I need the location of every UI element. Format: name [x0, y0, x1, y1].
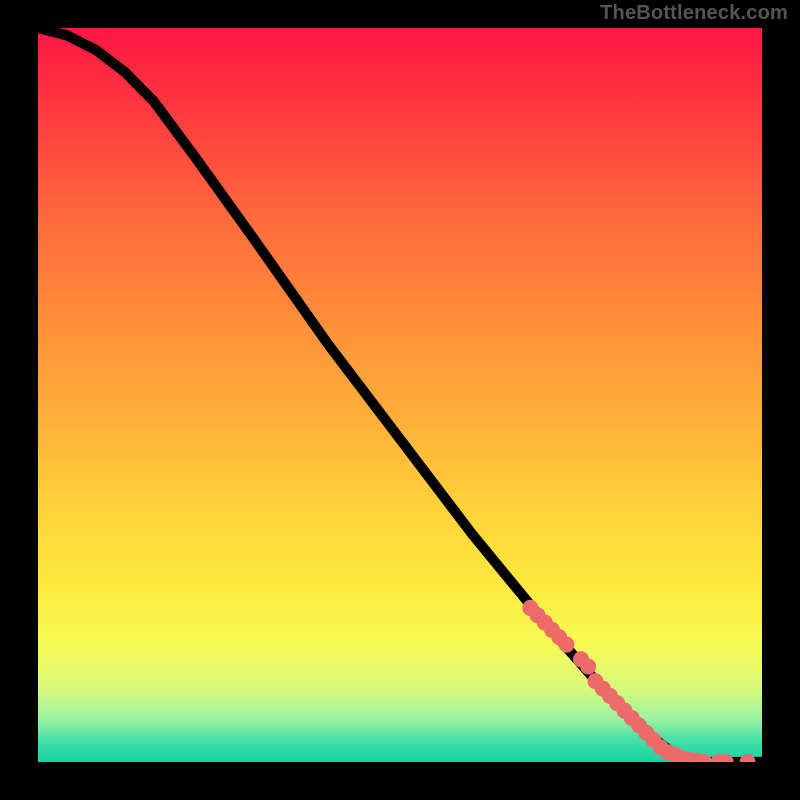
watermark-text: TheBottleneck.com	[600, 2, 788, 25]
chart-data-point	[580, 659, 596, 675]
chart-plot-area	[38, 28, 762, 762]
chart-data-point	[559, 636, 575, 652]
chart-data-points	[522, 600, 755, 762]
chart-data-point	[740, 754, 756, 762]
chart-svg	[38, 28, 762, 762]
chart-curve	[38, 28, 762, 762]
chart-frame: TheBottleneck.com	[0, 0, 800, 800]
